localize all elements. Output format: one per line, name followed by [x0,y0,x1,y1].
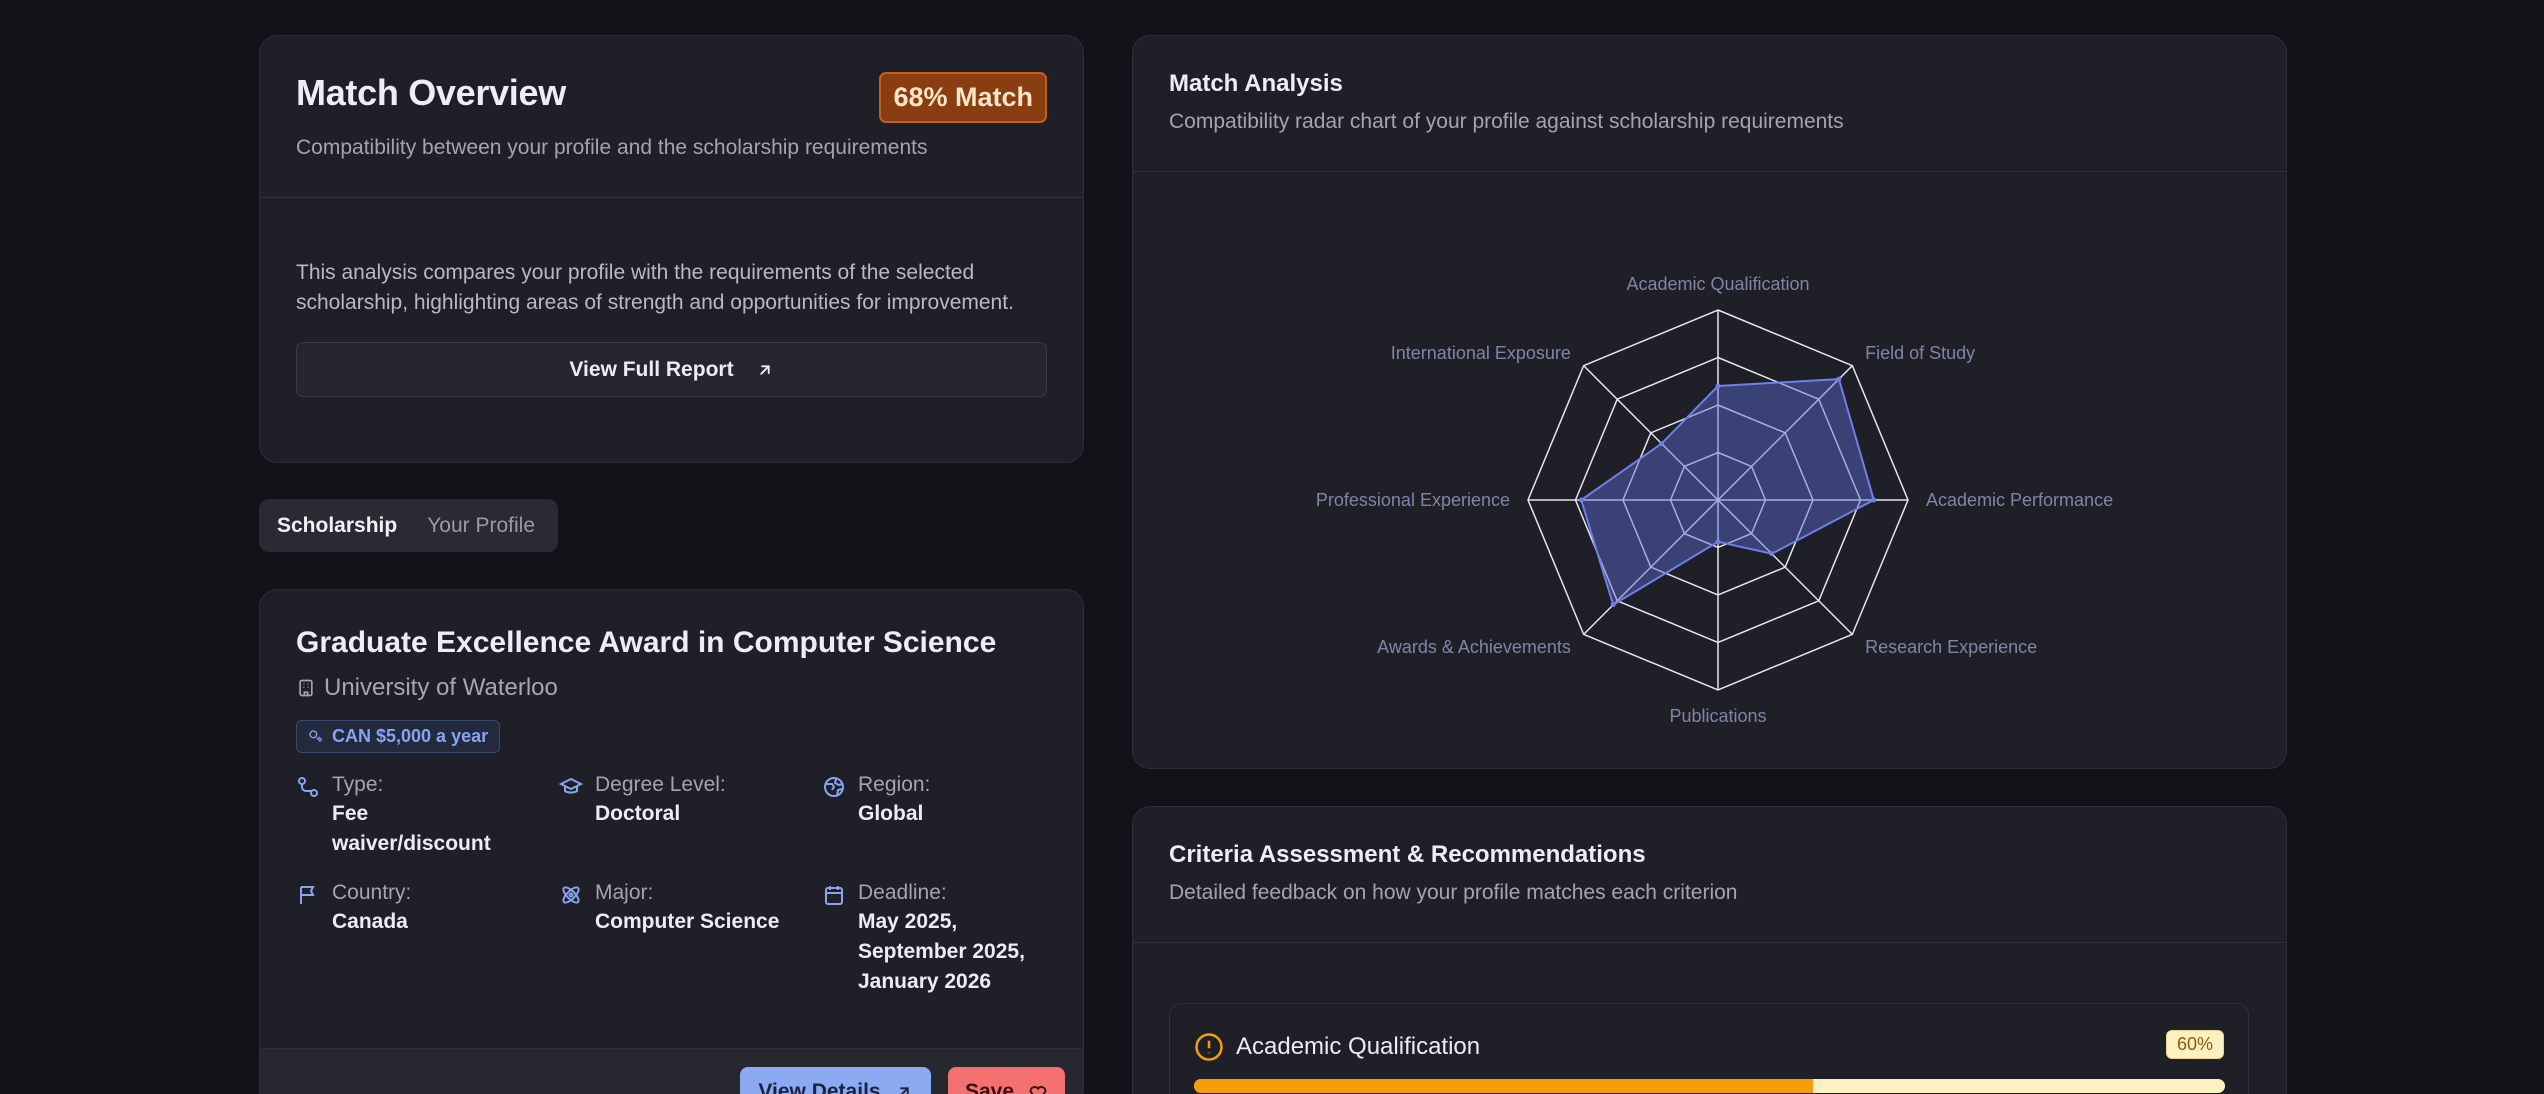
view-tabs: Scholarship Your Profile [259,499,558,552]
criteria-title: Criteria Assessment & Recommendations [1169,841,1646,868]
detail-deadline-value: May 2025, September 2025, January 2026 [858,910,1025,993]
detail-major: Major: Computer Science [559,881,822,997]
radar-axis-label: Publications [1669,706,1766,726]
match-percentage-badge: 68% Match [879,72,1047,123]
radar-axis-label: Academic Performance [1926,490,2113,510]
radar-data-point [1836,376,1842,382]
radar-data-point [1578,497,1584,503]
view-details-label: View Details [758,1080,881,1094]
detail-deadline: Deadline: May 2025, September 2025, Janua… [822,881,1052,997]
detail-degree-label: Degree Level: [595,773,726,796]
radar-data-point [1715,383,1721,389]
criterion-progress-bar [1194,1079,2225,1093]
radar-axis-label: International Exposure [1391,343,1571,363]
university-name: University of Waterloo [324,674,558,701]
detail-country-label: Country: [332,881,412,904]
radar-axis-label: Professional Experience [1316,490,1510,510]
match-analysis-title: Match Analysis [1169,70,1343,97]
detail-region: Region: Global [822,773,1052,859]
tab-your-profile[interactable]: Your Profile [415,504,547,548]
scholarship-card: Graduate Excellence Award in Computer Sc… [259,589,1084,1094]
match-analysis-subtitle: Compatibility radar chart of your profil… [1169,110,1844,133]
radar-data-point [1715,539,1721,545]
criterion-name: Academic Qualification [1236,1033,1481,1060]
radar-data-area [1580,378,1875,607]
arrow-up-right-icon [759,364,770,375]
award-amount-text: CAN $5,000 a year [332,726,489,746]
radar-chart: Academic Qualification Field of Study Acad… [1316,274,2113,726]
globe-icon [824,777,844,797]
detail-country: Country: Canada [296,881,559,997]
detail-major-label: Major: [595,881,654,904]
radar-axis-label: Research Experience [1865,637,2037,657]
radar-axis-label: Academic Qualification [1626,274,1809,294]
view-full-report-label: View Full Report [569,357,734,381]
match-overview-subtitle: Compatibility between your profile and t… [296,136,928,159]
match-analysis-header: Match Analysis Compatibility radar chart… [1133,36,2286,172]
arrow-up-right-icon [899,1087,909,1094]
award-amount-badge: CAN $5,000 a year [296,720,501,753]
view-details-button[interactable]: View Details [740,1067,931,1094]
save-label: Save [964,1080,1015,1094]
match-analysis-card: Match Analysis Compatibility radar chart… [1132,35,2287,769]
criterion-progress-fill [1194,1079,1813,1093]
save-button[interactable]: Save [948,1067,1065,1094]
scholarship-title: Graduate Excellence Award in Computer Sc… [296,626,997,659]
radar-data-point [1871,497,1877,503]
heart-icon [1029,1086,1047,1094]
detail-degree-value: Doctoral [595,802,681,825]
detail-country-value: Canada [332,910,408,933]
scholarship-card-footer: View Details Save [260,1048,1083,1094]
radar-data-point [1659,441,1665,447]
route-icon [298,777,318,797]
tab-scholarship[interactable]: Scholarship [265,504,409,548]
criterion-percent-badge: 60% [2165,1030,2224,1059]
criteria-subtitle: Detailed feedback on how your profile ma… [1169,881,1738,904]
match-overview-card: Match Overview 68% Match Compatibility b… [259,35,1084,463]
criteria-card: Criteria Assessment & Recommendations De… [1132,806,2287,1094]
alert-circle-icon [1195,1033,1223,1061]
radar-axis-label: Field of Study [1865,343,1975,363]
detail-region-label: Region: [858,773,931,796]
flag-icon [300,886,315,904]
graduation-cap-icon [559,777,583,794]
radar-data-point [1610,602,1616,608]
detail-region-value: Global [858,802,924,825]
radar-axis-label: Awards & Achievements [1377,637,1571,657]
building-icon [299,679,313,697]
view-full-report-button[interactable]: View Full Report [296,342,1047,397]
calendar-icon [825,886,843,905]
detail-type-value: Fee waiver/discount [332,802,491,855]
detail-degree-level: Degree Level: Doctoral [559,773,822,859]
criteria-header: Criteria Assessment & Recommendations De… [1133,807,2286,943]
detail-major-value: Computer Science [595,910,780,933]
detail-type-label: Type: [332,773,384,796]
university-row: University of Waterloo [296,674,1047,702]
detail-type: Type: Fee waiver/discount [296,773,559,859]
criterion-item[interactable]: Academic Qualification 60% [1169,1003,2249,1094]
detail-deadline-label: Deadline: [858,881,947,904]
scholarship-details-grid: Type: Fee waiver/discount Degree Level: Do… [296,773,1047,997]
match-overview-description: This analysis compares your profile with… [296,261,1014,314]
radar-data-point [1769,551,1775,557]
atom-icon [562,886,580,904]
match-overview-header: Match Overview 68% Match Compatibility b… [260,36,1083,198]
money-icon [309,729,323,742]
